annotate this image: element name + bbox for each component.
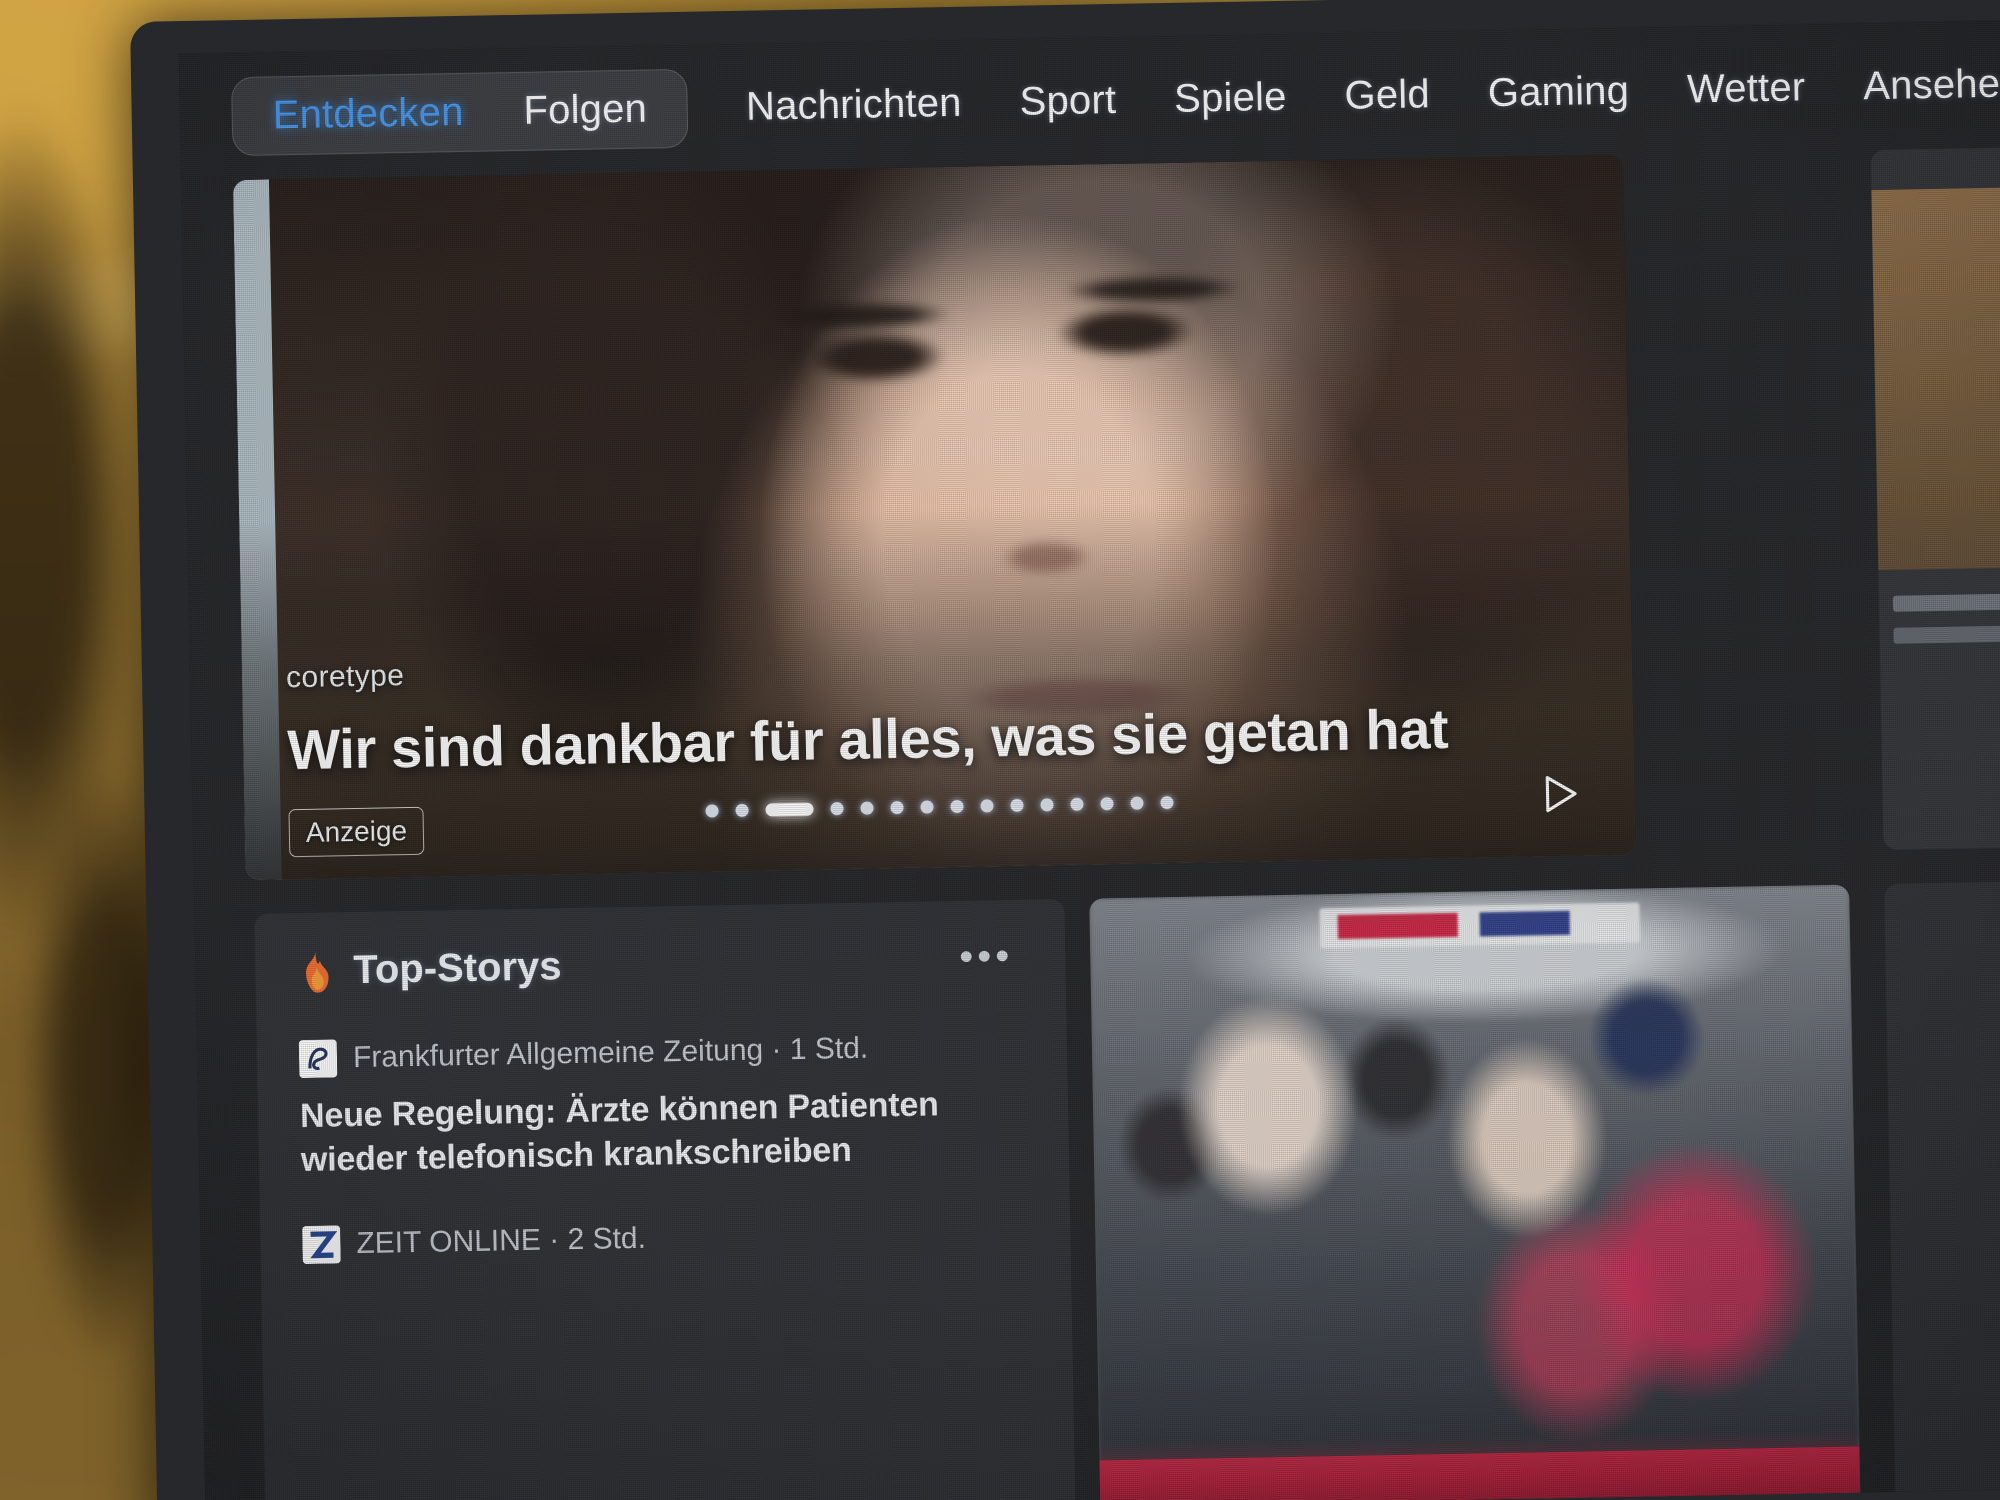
top-navigation: Entdecken Folgen Nachrichten Sport Spiel… (179, 28, 2000, 171)
carousel-dot[interactable] (1040, 798, 1054, 812)
tab-entdecken[interactable]: Entdecken (242, 89, 494, 139)
carousel-dot[interactable] (950, 799, 964, 814)
hero-ad-card[interactable]: coretype Wir sind dankbar für alles, was… (232, 154, 1636, 881)
top-storys-title: Top-Storys (353, 944, 562, 993)
protest-banner (1319, 902, 1641, 949)
screen-content: Entdecken Folgen Nachrichten Sport Spiel… (178, 18, 2000, 1500)
right-edge-card-bottom[interactable] (1884, 880, 2000, 1500)
edge-card-text-line (1893, 624, 2000, 644)
top-storys-card: Top-Storys ••• Frankfurter Allgemeine Ze… (254, 899, 1076, 1500)
carousel-dot[interactable] (735, 803, 749, 818)
story-item-1[interactable]: Frankfurter Allgemeine Zeitung · 1 Std. … (257, 1026, 1069, 1183)
carousel-dot[interactable] (860, 801, 874, 815)
carousel-dot[interactable] (1070, 797, 1084, 811)
story-source-text: ZEIT ONLINE · 2 Std. (356, 1222, 647, 1261)
tab-spiele[interactable]: Spiele (1174, 74, 1287, 121)
carousel-dot[interactable] (920, 800, 934, 814)
monitor-bezel: Entdecken Folgen Nachrichten Sport Spiel… (130, 0, 2000, 1500)
tab-nachrichten[interactable]: Nachrichten (746, 80, 962, 129)
nav-secondary-tabs: Nachrichten Sport Spiele Geld Gaming Wet… (746, 61, 2000, 129)
hero-brand-label: coretype (285, 659, 405, 695)
carousel-dot-active[interactable] (765, 802, 814, 817)
tab-ansehen[interactable]: Ansehen (1863, 61, 2000, 109)
top-storys-header: Top-Storys ••• (254, 899, 1065, 995)
tab-sport[interactable]: Sport (1019, 77, 1116, 124)
faz-logo (298, 1039, 338, 1079)
tab-gaming[interactable]: Gaming (1487, 68, 1629, 116)
carousel-dot[interactable] (1100, 797, 1114, 811)
story-source-text: Frankfurter Allgemeine Zeitung · 1 Std. (352, 1031, 869, 1075)
story-source-line: Frankfurter Allgemeine Zeitung · 1 Std. (298, 1027, 1026, 1079)
carousel-dot[interactable] (705, 804, 719, 818)
crowd-image (1089, 884, 1861, 1500)
play-icon[interactable] (1538, 772, 1583, 817)
carousel-dot[interactable] (1160, 796, 1174, 810)
carousel-dot[interactable] (890, 800, 904, 815)
carousel-dot[interactable] (1130, 796, 1144, 810)
edge-card-image (1871, 186, 2000, 571)
carousel-dot[interactable] (1010, 798, 1024, 812)
edge-card-text-line (1892, 592, 2000, 612)
tab-wetter[interactable]: Wetter (1687, 65, 1806, 112)
photographed-screen: Entdecken Folgen Nachrichten Sport Spiel… (0, 0, 2000, 1500)
tab-folgen[interactable]: Folgen (493, 85, 677, 133)
zeit-online-logo (302, 1225, 341, 1265)
nav-pill-group: Entdecken Folgen (231, 68, 689, 156)
story-source-line: ZEIT ONLINE · 2 Std. (302, 1213, 1029, 1265)
right-edge-card-top[interactable] (1870, 146, 2000, 851)
more-options-icon[interactable]: ••• (959, 934, 1014, 979)
story-item-2[interactable]: ZEIT ONLINE · 2 Std. (260, 1212, 1071, 1265)
tab-geld[interactable]: Geld (1344, 72, 1430, 119)
carousel-dot[interactable] (830, 802, 844, 816)
crowd-photo-card[interactable] (1089, 884, 1861, 1500)
story-headline: Neue Regelung: Ärzte können Patienten wi… (299, 1085, 940, 1180)
carousel-dot[interactable] (980, 799, 994, 813)
flame-icon (306, 950, 329, 993)
